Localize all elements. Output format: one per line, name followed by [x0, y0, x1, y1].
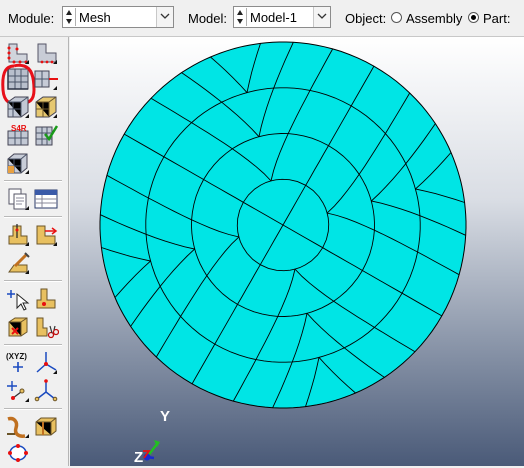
datum-plane-button[interactable]	[5, 378, 31, 404]
query-icon	[8, 188, 29, 210]
datum-axes-icon	[34, 379, 58, 402]
module-label: Module:	[8, 11, 55, 26]
mesh-part-button[interactable]	[5, 94, 31, 120]
context-bar: Module: Mesh Model: Model-1 Object: Asse…	[0, 0, 524, 37]
partition-cell-icon	[7, 153, 29, 174]
verify-mesh-icon	[35, 125, 59, 146]
assembly-radio[interactable]	[391, 12, 402, 23]
element-type-s4r-icon: S4R	[7, 124, 29, 146]
view-triad: Y Z	[134, 408, 170, 466]
delete-mesh-region-button[interactable]	[33, 314, 59, 340]
part-option-label: Part:	[483, 11, 511, 26]
assembly-option-label: Assembly	[406, 11, 463, 26]
virtual-topology-icon	[8, 444, 28, 462]
node-edit-icon	[36, 288, 56, 309]
mesh-region-icon	[35, 96, 57, 118]
model-value: Model-1	[250, 10, 297, 25]
module-toolbox: S4R (XYZ)	[0, 37, 69, 466]
datum-point-xyz-icon: (XYZ)	[6, 352, 27, 372]
chevron-down-icon	[160, 13, 170, 19]
viewport[interactable]: Y Z	[70, 37, 524, 466]
xyz-label: (XYZ)	[6, 352, 27, 361]
create-datum-axis-button[interactable]	[33, 222, 59, 248]
assign-element-type-button[interactable]	[33, 66, 59, 92]
datum-csys-three-points-button[interactable]	[33, 378, 59, 404]
datum-plane-icon	[7, 381, 29, 402]
model-label: Model:	[188, 11, 228, 26]
verify-mesh-button[interactable]	[33, 122, 59, 148]
edit-mesh-select-button[interactable]	[5, 286, 31, 312]
datum-csys-icon	[36, 352, 57, 374]
partition-face-button[interactable]	[33, 414, 59, 440]
scissors-icon	[36, 317, 59, 339]
mesh-stats-button[interactable]	[33, 186, 59, 212]
table-icon	[34, 189, 58, 209]
create-datum-point-button[interactable]	[5, 222, 31, 248]
s4r-label: S4R	[11, 124, 27, 133]
chevron-down-icon	[317, 13, 327, 19]
partition-cell-button[interactable]	[5, 150, 31, 176]
virtual-topology-button[interactable]	[5, 442, 31, 468]
select-cursor-icon	[7, 290, 30, 311]
partition-face-icon	[35, 417, 57, 436]
module-combo[interactable]: Mesh	[62, 6, 174, 28]
create-datum-csys-button[interactable]: (XYZ)	[5, 350, 31, 376]
element-type-icon	[34, 70, 58, 90]
mesh-part-icon	[7, 96, 29, 118]
module-dropdown-button[interactable]	[156, 7, 173, 27]
partition-face-sketch-button[interactable]	[5, 250, 31, 276]
datum-csys-button[interactable]	[33, 350, 59, 376]
model-dropdown-button[interactable]	[313, 7, 330, 27]
delete-part-icon	[8, 317, 28, 337]
datum-icon	[8, 224, 29, 246]
triad-y-label: Y	[160, 408, 170, 425]
object-label: Object:	[345, 11, 387, 26]
sketch-partition-icon	[8, 252, 30, 274]
model-combo[interactable]: Model-1	[233, 6, 331, 28]
part-radio[interactable]	[468, 12, 479, 23]
mesh-region-button[interactable]	[33, 94, 59, 120]
partition-edge-icon	[7, 416, 29, 438]
delete-mesh-button[interactable]	[5, 314, 31, 340]
model-spinner[interactable]	[235, 8, 247, 26]
datum-axis-icon	[36, 225, 58, 246]
module-value: Mesh	[79, 10, 111, 25]
partition-edge-button[interactable]	[5, 414, 31, 440]
edit-mesh-node-button[interactable]	[33, 286, 59, 312]
module-spinner[interactable]	[64, 8, 76, 26]
triad-z-label: Z	[134, 449, 143, 466]
element-type-s4r-button[interactable]: S4R	[5, 122, 31, 148]
query-button[interactable]	[5, 186, 31, 212]
